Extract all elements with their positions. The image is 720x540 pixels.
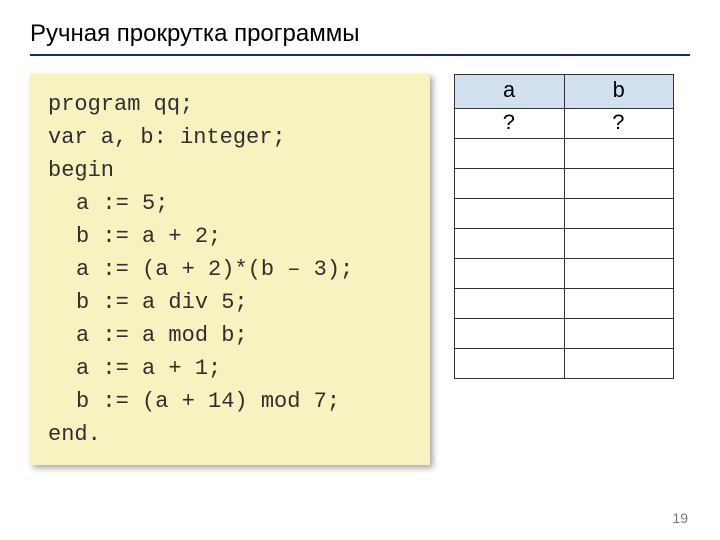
- table-row: [455, 139, 674, 169]
- code-line: b := a + 2;: [48, 220, 412, 253]
- code-line: a := a mod b;: [48, 319, 412, 352]
- trace-cell: [455, 199, 565, 229]
- table-row: [455, 229, 674, 259]
- trace-cell: [564, 289, 674, 319]
- trace-cell: [455, 319, 565, 349]
- code-line: a := 5;: [48, 187, 412, 220]
- table-row: [455, 199, 674, 229]
- code-line: begin: [48, 154, 412, 187]
- page-number: 19: [672, 510, 688, 526]
- table-row: [455, 259, 674, 289]
- trace-cell: ?: [564, 109, 674, 139]
- trace-cell: [564, 139, 674, 169]
- code-line: b := a div 5;: [48, 286, 412, 319]
- trace-cell: [564, 319, 674, 349]
- table-row: [455, 349, 674, 379]
- trace-cell: [455, 349, 565, 379]
- table-row: ? ?: [455, 109, 674, 139]
- trace-cell: [455, 169, 565, 199]
- content-area: program qq; var a, b: integer; begin a :…: [30, 74, 690, 465]
- trace-cell: [564, 229, 674, 259]
- trace-cell: [455, 139, 565, 169]
- table-row: [455, 319, 674, 349]
- table-row: [455, 169, 674, 199]
- trace-cell: [455, 229, 565, 259]
- trace-cell: [564, 169, 674, 199]
- trace-cell: ?: [455, 109, 565, 139]
- code-line: end.: [48, 418, 412, 451]
- table-row: [455, 289, 674, 319]
- code-line: var a, b: integer;: [48, 121, 412, 154]
- page-title: Ручная прокрутка программы: [30, 20, 690, 48]
- table-header-b: b: [564, 75, 674, 109]
- trace-cell: [564, 199, 674, 229]
- table-header-row: a b: [455, 75, 674, 109]
- title-divider: [30, 54, 690, 56]
- trace-table: a b ? ?: [454, 74, 674, 379]
- code-line: b := (a + 14) mod 7;: [48, 385, 412, 418]
- code-line: program qq;: [48, 88, 412, 121]
- trace-cell: [564, 349, 674, 379]
- code-line: a := (a + 2)*(b – 3);: [48, 253, 412, 286]
- trace-cell: [455, 259, 565, 289]
- code-line: a := a + 1;: [48, 352, 412, 385]
- code-block: program qq; var a, b: integer; begin a :…: [30, 74, 430, 465]
- table-header-a: a: [455, 75, 565, 109]
- trace-cell: [564, 259, 674, 289]
- trace-cell: [455, 289, 565, 319]
